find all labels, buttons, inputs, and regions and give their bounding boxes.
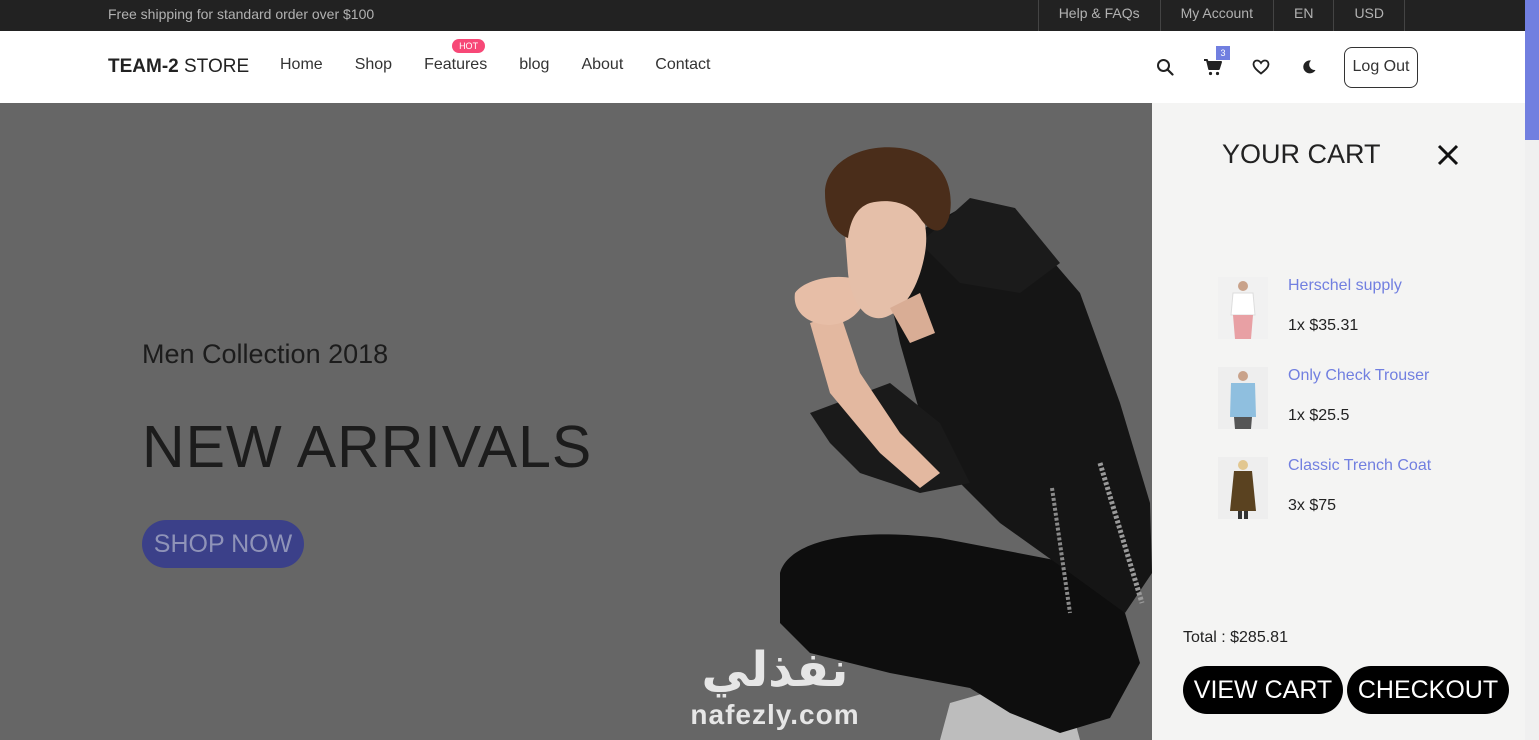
cart-item-price: 1x $25.5 <box>1288 407 1350 424</box>
cart-item-name[interactable]: Only Check Trouser <box>1288 367 1429 385</box>
nav-blog[interactable]: blog <box>503 56 565 74</box>
cart-item-name[interactable]: Classic Trench Coat <box>1288 457 1431 475</box>
logo-bold: TEAM-2 <box>108 56 179 77</box>
shipping-promo: Free shipping for standard order over $1… <box>108 6 375 22</box>
nav-features[interactable]: Features HOT <box>408 39 503 74</box>
search-icon[interactable] <box>1150 52 1180 82</box>
main-nav: Home Shop Features HOT blog About Contact <box>264 39 726 74</box>
hero-banner: Men Collection 2018 NEW ARRIVALS SHOP NO… <box>0 103 1152 740</box>
scrollbar-thumb[interactable] <box>1525 0 1539 140</box>
store-logo[interactable]: TEAM-2 STORE <box>108 56 249 78</box>
nav-features-label: Features <box>424 56 488 73</box>
nav-about[interactable]: About <box>565 56 639 74</box>
nav-shop[interactable]: Shop <box>339 56 408 74</box>
cart-item-name[interactable]: Herschel supply <box>1288 277 1402 295</box>
cart-count-badge: 3 <box>1216 46 1230 60</box>
cart-item: Herschel supply 1x $35.31 <box>1218 277 1498 339</box>
close-icon[interactable] <box>1436 143 1466 173</box>
watermark-arabic: نفذلي <box>701 642 849 698</box>
watermark: نفذلي nafezly.com <box>675 640 875 740</box>
language-selector[interactable]: EN <box>1274 0 1335 31</box>
top-bar-links: Help & FAQs My Account EN USD <box>1037 0 1405 31</box>
cart-total: Total : $285.81 <box>1183 629 1288 646</box>
checkout-button[interactable]: CHECKOUT <box>1347 666 1509 714</box>
hero-subtitle: Men Collection 2018 <box>142 339 389 369</box>
logout-button[interactable]: Log Out <box>1344 46 1418 88</box>
cart-icon[interactable]: 3 <box>1198 46 1230 82</box>
nav-home[interactable]: Home <box>264 56 339 74</box>
cart-item-thumbnail[interactable] <box>1218 457 1268 519</box>
moon-icon[interactable] <box>1294 52 1324 82</box>
currency-selector[interactable]: USD <box>1334 0 1405 31</box>
cart-panel: YOUR CART Herschel supply 1x $35.31 Only… <box>1152 103 1525 740</box>
my-account-link[interactable]: My Account <box>1161 0 1274 31</box>
cart-title: YOUR CART <box>1222 139 1381 169</box>
top-bar: Free shipping for standard order over $1… <box>0 0 1525 31</box>
page-scrollbar[interactable] <box>1525 0 1539 740</box>
cart-item: Only Check Trouser 1x $25.5 <box>1218 367 1498 429</box>
hero-title: NEW ARRIVALS <box>142 414 593 480</box>
cart-item-thumbnail[interactable] <box>1218 367 1268 429</box>
shop-now-button[interactable]: SHOP NOW <box>142 520 304 568</box>
cart-item: Classic Trench Coat 3x $75 <box>1218 457 1498 519</box>
cart-item-price: 1x $35.31 <box>1288 317 1359 334</box>
help-faqs-link[interactable]: Help & FAQs <box>1039 0 1161 31</box>
hot-badge: HOT <box>452 39 486 53</box>
header: TEAM-2 STORE Home Shop Features HOT blog … <box>0 31 1525 103</box>
cart-item-price: 3x $75 <box>1288 497 1337 514</box>
nav-contact[interactable]: Contact <box>639 56 726 74</box>
header-icons: 3 Log Out <box>1150 46 1418 88</box>
logo-rest: STORE <box>178 56 250 77</box>
heart-icon[interactable] <box>1246 52 1276 82</box>
cart-item-thumbnail[interactable] <box>1218 277 1268 339</box>
watermark-latin: nafezly.com <box>690 699 860 730</box>
view-cart-button[interactable]: VIEW CART <box>1183 666 1343 714</box>
